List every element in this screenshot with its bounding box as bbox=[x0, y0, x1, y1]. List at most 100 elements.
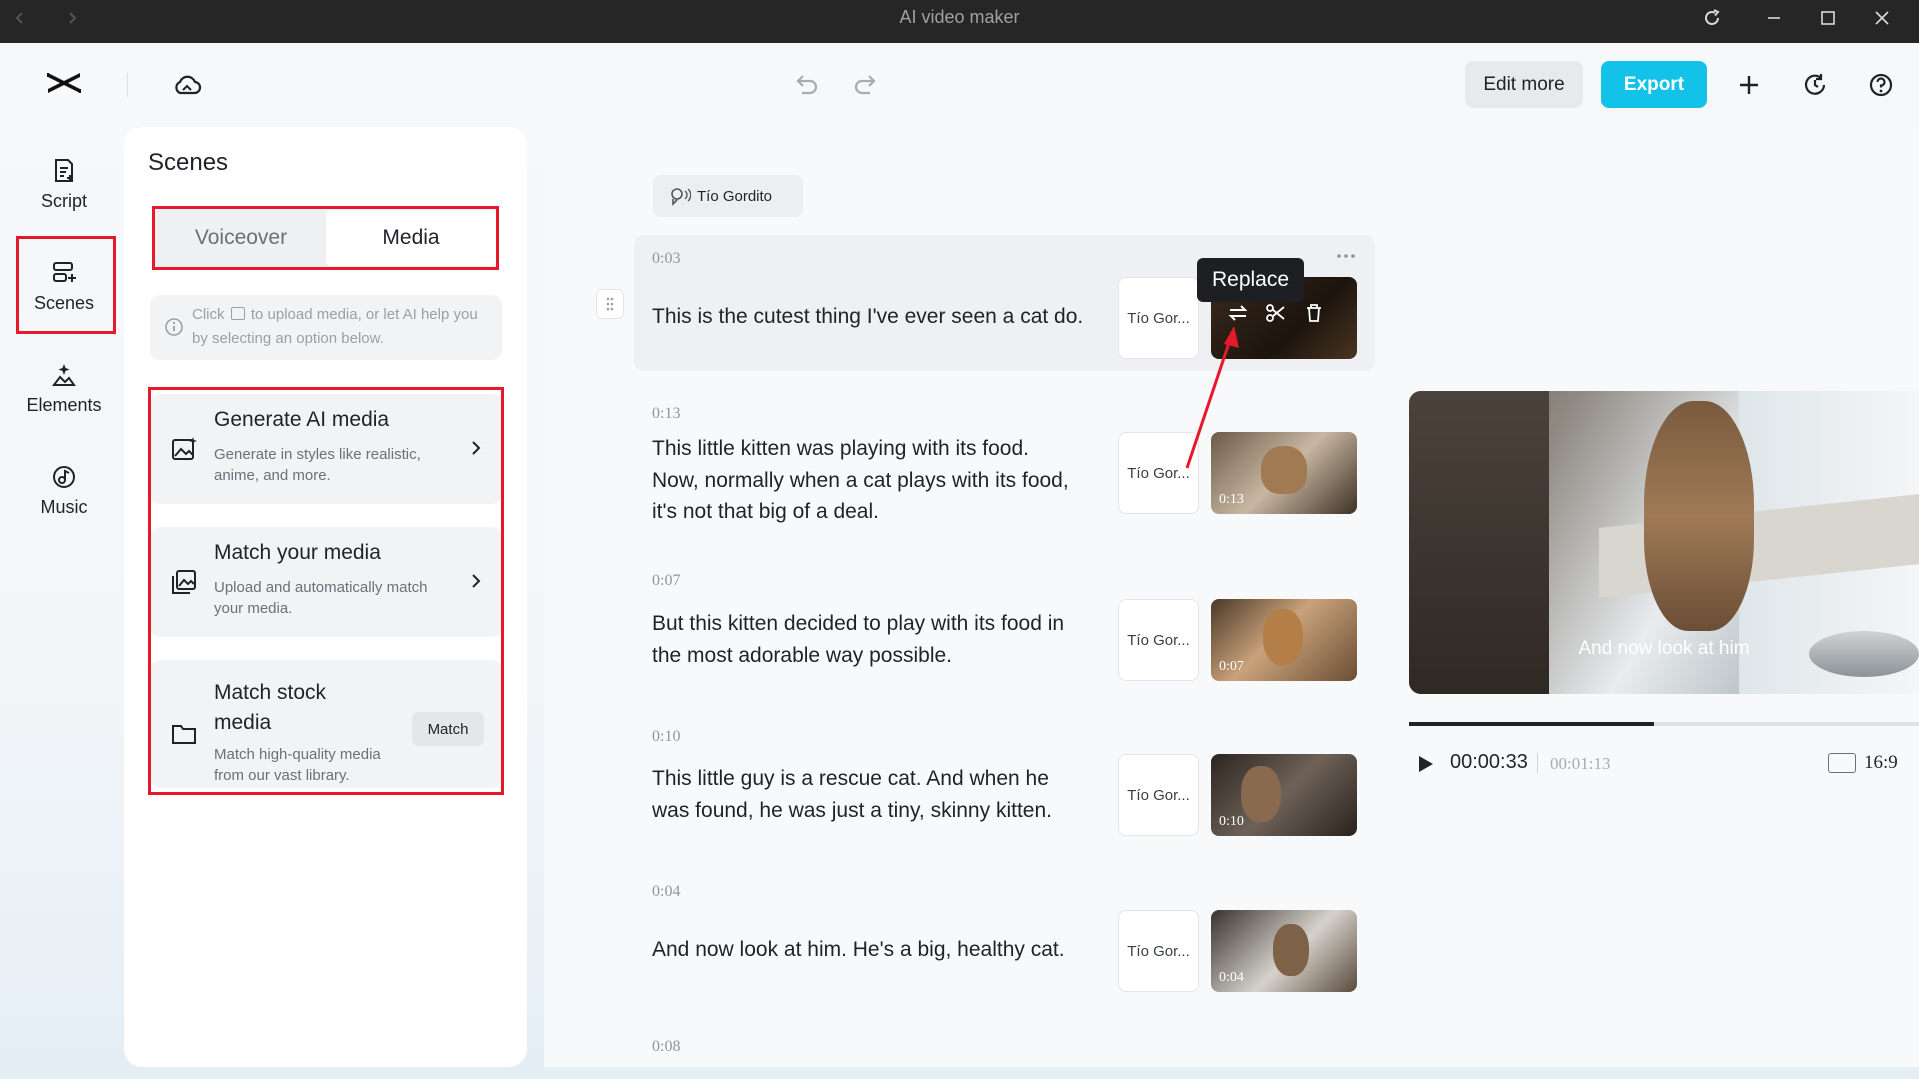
play-icon[interactable] bbox=[1413, 752, 1437, 776]
nav-music-label: Music bbox=[40, 496, 88, 517]
replace-tooltip: Replace bbox=[1197, 258, 1304, 302]
voice-icon bbox=[671, 188, 691, 206]
scene-text[interactable]: And now look at him. He's a big, healthy… bbox=[652, 934, 1097, 966]
window-title: AI video maker bbox=[899, 7, 1020, 27]
cat-shape bbox=[1241, 766, 1281, 822]
panel-title: Scenes bbox=[148, 149, 229, 176]
scene-time: 0:13 bbox=[652, 405, 681, 422]
option-desc: Match high-quality media from our vast li… bbox=[214, 746, 381, 784]
tab-voiceover[interactable]: Voiceover bbox=[156, 210, 326, 266]
history-icon[interactable] bbox=[1800, 70, 1830, 100]
thumb-time: 0:13 bbox=[1219, 492, 1244, 507]
nav-elements-label: Elements bbox=[26, 394, 102, 415]
edit-more-button[interactable]: Edit more bbox=[1465, 61, 1583, 108]
scene-voice[interactable]: Tío Gor... bbox=[1118, 910, 1199, 992]
nav-elements[interactable]: Elements bbox=[12, 340, 116, 436]
nav-script-label: Script bbox=[40, 190, 87, 211]
delete-icon[interactable] bbox=[1303, 302, 1325, 324]
progress-track[interactable] bbox=[1409, 722, 1919, 726]
gallery-icon bbox=[172, 570, 196, 594]
preview-caption: And now look at him bbox=[1578, 638, 1750, 659]
export-button[interactable]: Export bbox=[1601, 61, 1707, 108]
chevron-right-icon bbox=[472, 441, 481, 455]
info-text: Click to upload media, or let AI help yo… bbox=[192, 303, 478, 351]
redo-icon[interactable] bbox=[850, 69, 882, 101]
help-icon[interactable] bbox=[1866, 70, 1896, 100]
scene-text[interactable]: This little guy is a rescue cat. And whe… bbox=[652, 763, 1097, 826]
plus-icon[interactable] bbox=[1734, 70, 1764, 100]
nav-scenes[interactable]: Scenes bbox=[12, 238, 116, 334]
cloud-icon[interactable] bbox=[171, 69, 203, 101]
scissors-icon[interactable] bbox=[1265, 302, 1287, 324]
scene-time: 0:04 bbox=[652, 883, 681, 900]
thumb-time: 0:04 bbox=[1219, 970, 1244, 985]
title-bar: AI video maker bbox=[0, 0, 1919, 43]
refresh-icon[interactable] bbox=[1696, 4, 1728, 32]
option-title: Match your media bbox=[214, 541, 381, 564]
scene-time: 0:10 bbox=[652, 728, 681, 745]
option-title: Match stock media bbox=[214, 681, 327, 734]
aspect-ratio-icon[interactable] bbox=[1828, 753, 1856, 773]
cat-shape bbox=[1263, 609, 1303, 665]
nav-script[interactable]: Script bbox=[12, 136, 116, 232]
scene-thumbnail[interactable]: 0:10 bbox=[1211, 754, 1357, 836]
back-arrow-icon[interactable] bbox=[4, 4, 36, 32]
match-button[interactable]: Match bbox=[412, 712, 484, 746]
time-divider bbox=[1537, 753, 1538, 773]
option-desc: Upload and automatically match your media… bbox=[214, 579, 428, 617]
progress-fill bbox=[1409, 722, 1654, 726]
match-stock-media-option[interactable]: Match stock media Match high-quality medi… bbox=[150, 660, 502, 788]
current-time: 00:00:33 bbox=[1450, 751, 1528, 773]
scene-voice[interactable]: Tío Gor... bbox=[1118, 599, 1199, 681]
info-text-rest: to upload media, or let AI help you bbox=[250, 306, 478, 323]
info-text-line2: by selecting an option below. bbox=[192, 330, 384, 347]
cat-shape bbox=[1261, 446, 1307, 494]
maximize-icon[interactable] bbox=[1812, 4, 1844, 32]
forward-arrow-icon[interactable] bbox=[56, 4, 88, 32]
script-icon bbox=[55, 158, 73, 182]
option-title: Generate AI media bbox=[214, 408, 390, 431]
chevron-right-icon bbox=[472, 574, 481, 588]
drag-handle-icon[interactable] bbox=[596, 289, 624, 319]
more-options-icon[interactable] bbox=[1334, 248, 1358, 264]
video-preview[interactable]: And now look at him bbox=[1409, 391, 1919, 694]
thumb-time: 0:10 bbox=[1219, 814, 1244, 829]
generate-ai-media-option[interactable]: Generate AI media Generate in styles lik… bbox=[150, 394, 502, 504]
scene-text[interactable]: This little kitten was playing with its … bbox=[652, 433, 1097, 528]
scene-text[interactable]: This is the cutest thing I've ever seen … bbox=[652, 301, 1097, 333]
elements-icon bbox=[52, 363, 76, 386]
scene-text[interactable]: But this kitten decided to play with its… bbox=[652, 608, 1097, 671]
scene-time: 0:08 bbox=[652, 1038, 681, 1055]
capcut-logo-icon bbox=[44, 67, 84, 103]
info-box: Click to upload media, or let AI help yo… bbox=[150, 295, 502, 360]
scene-thumbnail[interactable]: 0:07 bbox=[1211, 599, 1357, 681]
tab-media[interactable]: Media bbox=[326, 210, 496, 266]
option-desc: Generate in styles like realistic, anime,… bbox=[214, 446, 421, 484]
scene-time: 0:07 bbox=[652, 572, 681, 589]
undo-icon[interactable] bbox=[790, 69, 822, 101]
divider bbox=[127, 73, 128, 97]
match-your-media-option[interactable]: Match your media Upload and automaticall… bbox=[150, 527, 502, 637]
total-time: 00:01:13 bbox=[1550, 754, 1611, 773]
cat-shape bbox=[1644, 401, 1754, 631]
folder-icon bbox=[172, 725, 196, 744]
info-icon bbox=[165, 318, 183, 336]
minimize-icon[interactable] bbox=[1758, 4, 1790, 32]
voice-chip[interactable]: Tío Gordito bbox=[653, 175, 803, 217]
scene-time: 0:03 bbox=[652, 250, 681, 267]
info-text-click: Click bbox=[192, 306, 225, 323]
music-icon bbox=[53, 465, 75, 488]
close-icon[interactable] bbox=[1866, 4, 1898, 32]
nav-scenes-label: Scenes bbox=[33, 292, 95, 313]
scene-thumbnail[interactable]: 0:04 bbox=[1211, 910, 1357, 992]
scenes-panel: Scenes Voiceover Media Click to upload m… bbox=[124, 127, 527, 1067]
cat-shape bbox=[1273, 924, 1309, 976]
thumb-time: 0:07 bbox=[1219, 659, 1244, 674]
scenes-icon bbox=[53, 261, 76, 282]
aspect-ratio-label[interactable]: 16:9 bbox=[1864, 752, 1898, 774]
voice-name: Tío Gordito bbox=[697, 187, 773, 205]
nav-music[interactable]: Music bbox=[12, 442, 116, 538]
ai-image-icon bbox=[172, 437, 197, 460]
scene-voice[interactable]: Tío Gor... bbox=[1118, 754, 1199, 836]
upload-icon[interactable] bbox=[230, 307, 245, 320]
